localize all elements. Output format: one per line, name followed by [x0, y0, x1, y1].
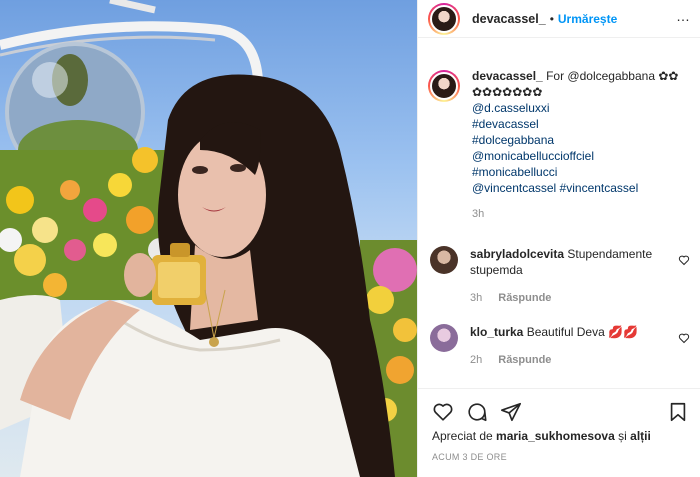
- post-side-panel: devacassel_ • Urmărește … devacassel_ Fo…: [417, 0, 700, 477]
- likes-user[interactable]: maria_sukhomesova: [496, 429, 615, 443]
- author-avatar[interactable]: [428, 2, 460, 35]
- comment-item: klo_turka Beautiful Deva 💋💋 2h Răspunde: [428, 324, 698, 368]
- caption-avatar[interactable]: [428, 70, 460, 102]
- comment-username[interactable]: klo_turka: [470, 325, 523, 339]
- likes-prefix: Apreciat de: [432, 429, 493, 443]
- comment-text: Beautiful Deva 💋💋: [526, 325, 638, 339]
- comment-time[interactable]: 2h: [470, 352, 482, 368]
- heart-icon[interactable]: [432, 401, 454, 423]
- comment-meta: 3h Răspunde: [470, 290, 675, 306]
- comment-heart-icon[interactable]: [678, 332, 690, 344]
- action-bar: [418, 388, 700, 422]
- caption-time[interactable]: 3h: [472, 206, 687, 222]
- post-timestamp[interactable]: ACUM 3 DE ORE: [432, 452, 507, 462]
- comment-meta: 2h Răspunde: [470, 352, 675, 368]
- comment-heart-icon[interactable]: [678, 254, 690, 266]
- caption-tag[interactable]: #devacassel: [472, 116, 687, 132]
- action-icons: [432, 401, 522, 423]
- caption-tag[interactable]: @vincentcassel #vincentcassel: [472, 180, 687, 196]
- commenter-avatar[interactable]: [430, 324, 458, 352]
- comment-body: klo_turka Beautiful Deva 💋💋 2h Răspunde: [470, 324, 675, 368]
- commenter-avatar[interactable]: [430, 246, 458, 274]
- reply-button[interactable]: Răspunde: [498, 290, 551, 306]
- caption-tag[interactable]: #monicabellucci: [472, 164, 687, 180]
- save-button[interactable]: [667, 401, 689, 426]
- photo-illustration: [0, 0, 417, 477]
- likes-conjunction: și: [618, 429, 627, 443]
- comment-body: sabryladolcevita Stupendamente stupemda …: [470, 246, 675, 306]
- bookmark-icon[interactable]: [667, 401, 689, 423]
- header-separator: •: [549, 11, 554, 26]
- instagram-post: devacassel_ • Urmărește … devacassel_ Fo…: [0, 0, 700, 477]
- post-photo[interactable]: [0, 0, 417, 477]
- caption: devacassel_ For @dolcegabbana ✿✿ ✿✿✿✿✿✿✿…: [428, 68, 693, 222]
- post-header: devacassel_ • Urmărește …: [418, 0, 700, 38]
- likes-others[interactable]: alții: [630, 429, 651, 443]
- caption-line-1: For @dolcegabbana ✿✿: [546, 69, 679, 83]
- more-options-icon[interactable]: …: [676, 8, 691, 24]
- caption-username[interactable]: devacassel_: [472, 69, 543, 83]
- follow-button[interactable]: Urmărește: [558, 12, 617, 26]
- author-username[interactable]: devacassel_: [472, 12, 546, 26]
- share-icon[interactable]: [500, 401, 522, 423]
- comment-time[interactable]: 3h: [470, 290, 482, 306]
- caption-tag[interactable]: #dolcegabbana: [472, 132, 687, 148]
- caption-line-2: ✿✿✿✿✿✿✿: [472, 85, 543, 99]
- comment-icon[interactable]: [466, 401, 488, 423]
- comment-item: sabryladolcevita Stupendamente stupemda …: [428, 246, 698, 306]
- likes-summary: Apreciat de maria_sukhomesova și alții: [432, 429, 651, 443]
- comment-username[interactable]: sabryladolcevita: [470, 247, 564, 261]
- caption-tag[interactable]: @d.casseluxxi: [472, 100, 687, 116]
- reply-button[interactable]: Răspunde: [498, 352, 551, 368]
- caption-tag[interactable]: @monicabelluccioffciel: [472, 148, 687, 164]
- caption-text: devacassel_ For @dolcegabbana ✿✿ ✿✿✿✿✿✿✿…: [472, 68, 687, 222]
